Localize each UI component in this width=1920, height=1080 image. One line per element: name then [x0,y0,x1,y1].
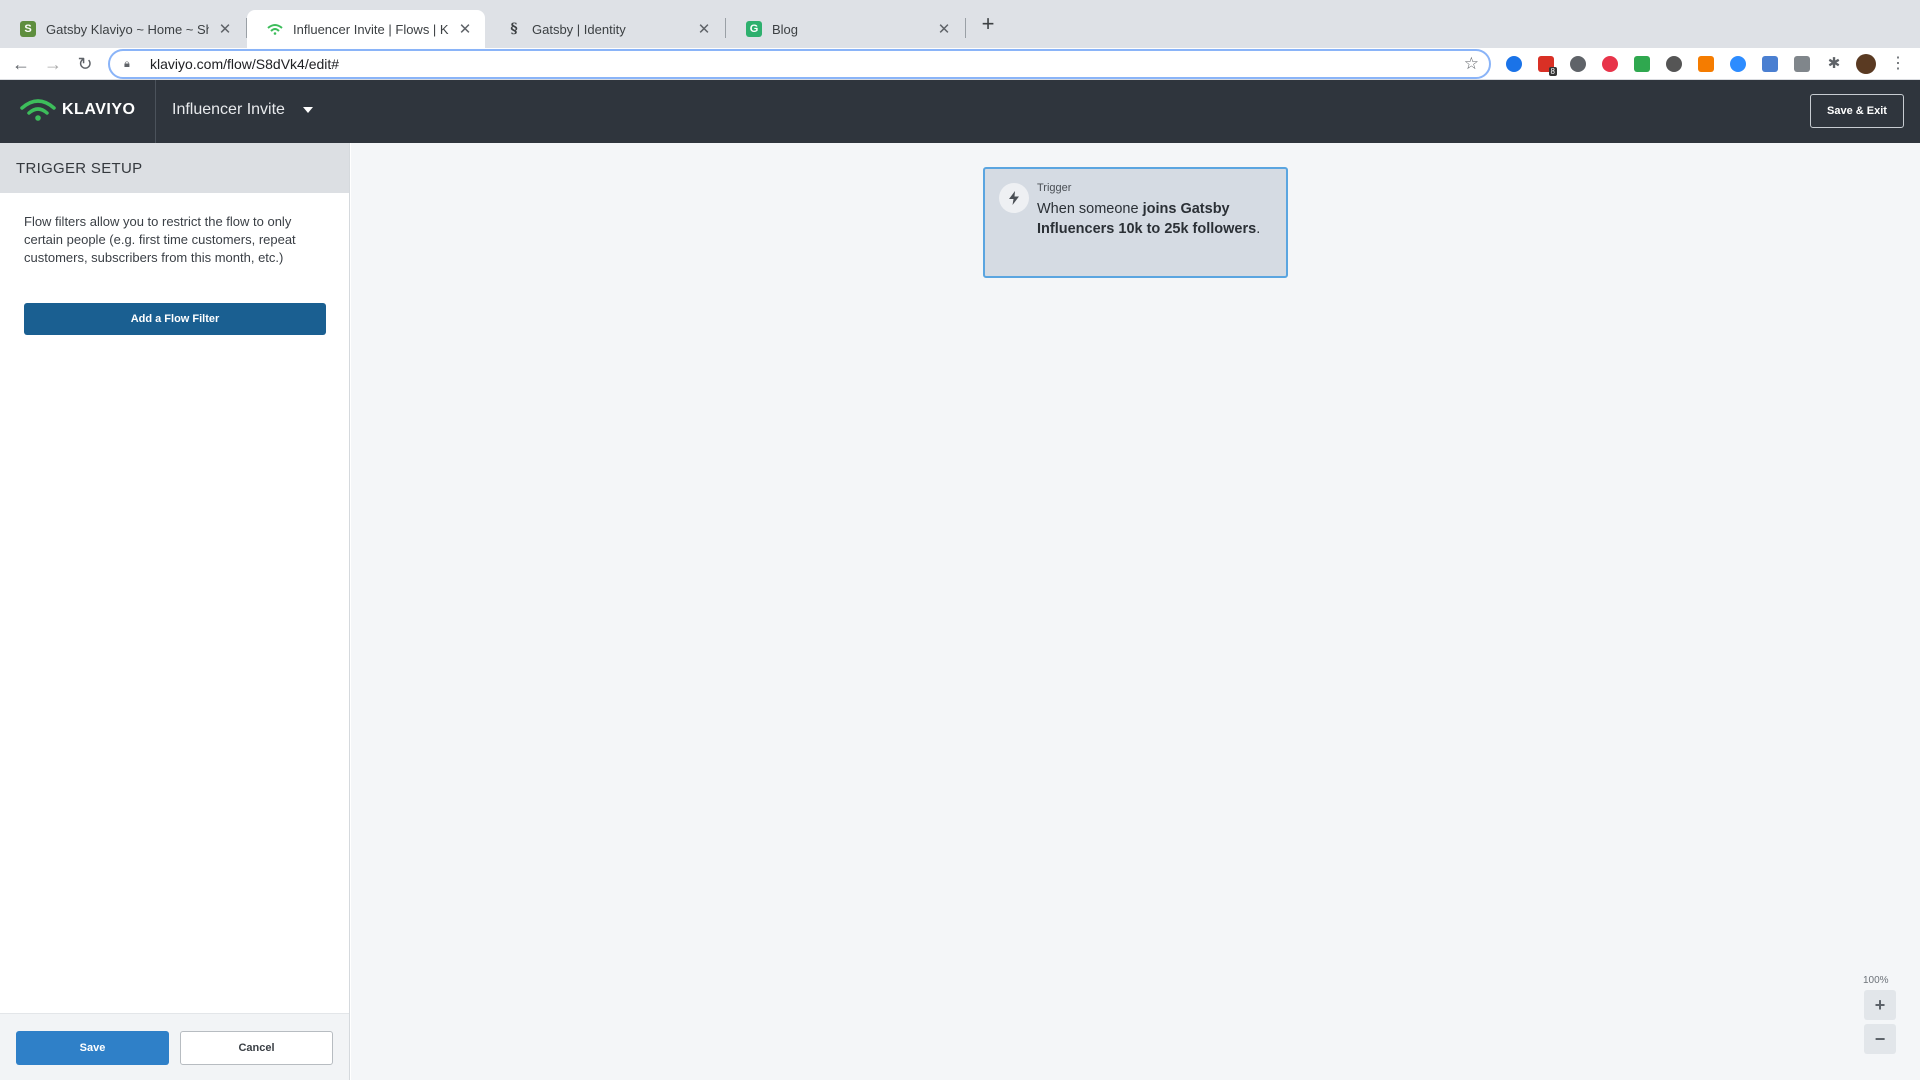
trigger-text-suffix: . [1256,221,1261,237]
tab-klaviyo[interactable]: Influencer Invite | Flows | Klavi ✕ [247,10,485,48]
avatar[interactable] [1856,54,1876,74]
tab-title: Influencer Invite | Flows | Klavi [293,21,449,37]
klaviyo-icon [267,21,283,37]
trigger-card[interactable]: Trigger When someone joins Gatsby Influe… [983,167,1288,278]
tab-title: Gatsby | Identity [532,21,626,37]
zoom-level: 100% [1863,975,1889,986]
trigger-setup-sidebar: TRIGGER SETUP Flow filters allow you to … [0,143,350,1080]
gatsby-icon: § [510,21,518,37]
url-text: klaviyo.com/flow/S8dVk4/edit# [150,56,340,72]
extension-icon[interactable] [1506,56,1522,72]
app-header: KLAVIYO Influencer Invite Save & Exit [0,80,1920,143]
tab-separator [965,18,966,38]
bookmark-star-icon[interactable]: ☆ [1464,54,1479,74]
sidebar-title: TRIGGER SETUP [0,143,349,193]
new-tab-button[interactable]: + [976,12,1000,36]
logo-text: KLAVIYO [62,101,136,118]
sidebar-description: Flow filters allow you to restrict the f… [24,214,296,265]
extension-icon[interactable] [1794,56,1810,72]
zoom-in-button[interactable]: + [1864,990,1896,1020]
close-icon[interactable]: ✕ [457,20,473,38]
add-flow-filter-button[interactable]: Add a Flow Filter [24,303,326,335]
trigger-text-prefix: When someone [1037,201,1143,217]
extension-icon[interactable] [1666,56,1682,72]
cancel-button[interactable]: Cancel [180,1031,333,1065]
trigger-label: Trigger [1037,182,1072,194]
extension-icon[interactable] [1698,56,1714,72]
tab-gatsby-identity[interactable]: § Gatsby | Identity ✕ [486,10,724,48]
zoom-out-button[interactable]: − [1864,1024,1896,1054]
extension-badge: 8 [1548,67,1557,76]
klaviyo-logo[interactable]: KLAVIYO [20,98,135,122]
extension-icon[interactable] [1634,56,1650,72]
close-icon[interactable]: ✕ [696,20,712,38]
tab-blog[interactable]: G Blog ✕ [726,10,964,48]
browser-tabstrip: S Gatsby Klaviyo ~ Home ~ Shop ✕ Influen… [0,0,1920,48]
browser-toolbar: ← → ↻ 🔒︎ klaviyo.com/flow/S8dVk4/edit# ☆… [0,48,1920,80]
flow-name: Influencer Invite [172,101,285,118]
kebab-menu-icon[interactable]: ⋮ [1886,52,1910,76]
lightning-icon [999,183,1029,213]
sidebar-footer: Save Cancel [0,1013,349,1080]
close-icon[interactable]: ✕ [217,20,233,38]
klaviyo-logo-icon [20,99,56,121]
close-icon[interactable]: ✕ [936,20,952,38]
flow-name-dropdown[interactable]: Influencer Invite [172,101,313,119]
lock-icon: 🔒︎ [124,57,130,70]
save-exit-button[interactable]: Save & Exit [1810,94,1904,128]
shopify-icon: S [20,21,36,37]
header-divider [155,80,156,143]
puzzle-icon[interactable]: ✱ [1822,52,1846,76]
caret-down-icon [302,107,313,113]
forward-arrow-icon[interactable]: → [41,52,65,76]
flow-canvas[interactable]: Trigger When someone joins Gatsby Influe… [351,143,1920,1080]
back-arrow-icon[interactable]: ← [9,52,33,76]
tab-shopify[interactable]: S Gatsby Klaviyo ~ Home ~ Shop ✕ [0,10,245,48]
extension-icon[interactable] [1570,56,1586,72]
trigger-description: When someone joins Gatsby Influencers 10… [1037,199,1277,239]
tab-title: Gatsby Klaviyo ~ Home ~ Shop [46,21,209,37]
g-icon: G [746,21,762,37]
tab-title: Blog [772,21,799,37]
extension-icon[interactable] [1602,56,1618,72]
extension-icon[interactable] [1730,56,1746,72]
address-bar[interactable]: 🔒︎ klaviyo.com/flow/S8dVk4/edit# ☆ [108,49,1491,79]
save-button[interactable]: Save [16,1031,169,1065]
reload-icon[interactable]: ↻ [73,52,97,76]
extension-icon[interactable] [1762,56,1778,72]
extension-icon[interactable]: 8 [1538,56,1557,76]
